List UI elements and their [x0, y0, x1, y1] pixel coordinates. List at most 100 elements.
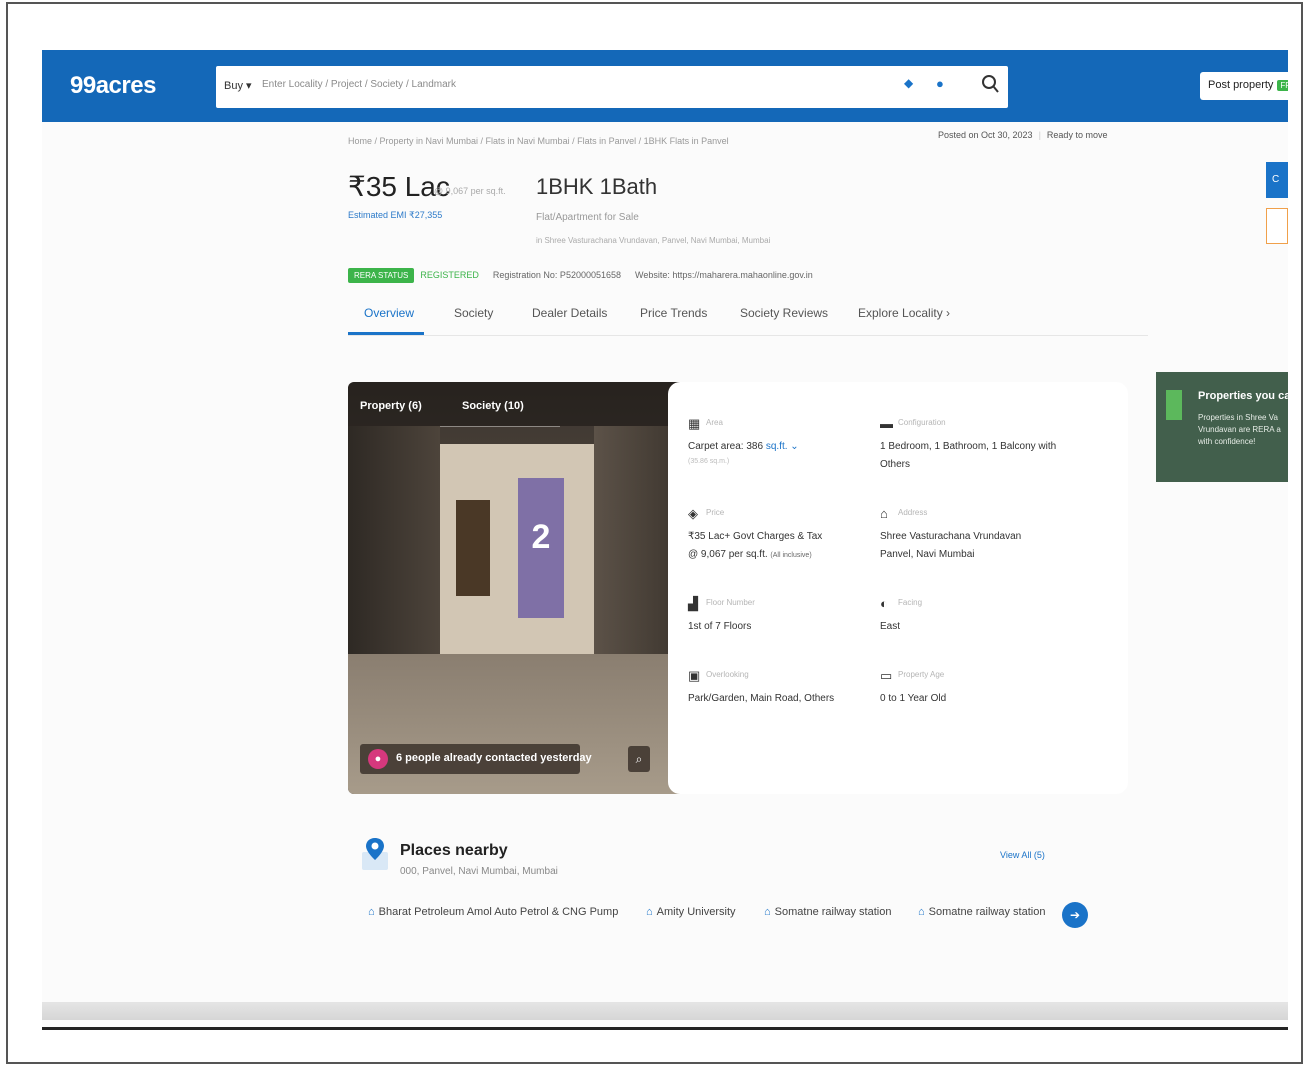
- place-icon: ⌂: [646, 906, 653, 918]
- nearby-chip[interactable]: ⌂ Somatne railway station: [918, 906, 1045, 918]
- detail-label: Area: [706, 418, 723, 427]
- active-tab-indicator: [348, 332, 424, 335]
- listing-configuration: 1BHK 1Bath: [536, 174, 658, 199]
- search-icon[interactable]: [981, 74, 1001, 96]
- detail-label: Facing: [898, 598, 923, 607]
- tab-dealer-details[interactable]: Dealer Details: [532, 306, 607, 320]
- rera-status-badge[interactable]: RERA STATUS: [348, 268, 415, 283]
- zoom-icon[interactable]: ⌕: [628, 746, 650, 772]
- price-per-sqft: @ 9,067 per sq.ft.: [434, 186, 506, 196]
- side-contact-tab[interactable]: C: [1266, 162, 1288, 198]
- detail-value: 0 to 1 Year Old: [880, 693, 947, 704]
- area-value: Carpet area: 386: [688, 441, 764, 452]
- calendar-icon: ▭: [880, 668, 893, 683]
- tab-overview[interactable]: Overview: [364, 306, 414, 320]
- post-property-button[interactable]: Post propertyFREE: [1200, 72, 1288, 100]
- detail-value: 1st of 7 Floors: [688, 621, 752, 632]
- nearby-chip[interactable]: ⌂ Amity University: [646, 906, 736, 918]
- map-pin-icon: [362, 838, 388, 870]
- detail-label: Price: [706, 508, 725, 517]
- nearby-chip[interactable]: ⌂ Somatne railway station: [764, 906, 891, 918]
- nearby-chip-label: Somatne railway station: [928, 906, 1046, 918]
- detail-label: Configuration: [898, 418, 946, 427]
- area-sqm: (35.86 sq.m.): [688, 458, 730, 465]
- tab-society[interactable]: Society: [454, 306, 493, 320]
- nearby-chip-label: Bharat Petroleum Amol Auto Petrol & CNG …: [378, 906, 619, 918]
- detail-value: Shree Vasturachana Vrundavan Panvel, Navi…: [880, 528, 1070, 564]
- posted-date: Posted on Oct 30, 2023: [938, 130, 1033, 140]
- floor-icon: ▟: [688, 596, 698, 611]
- price-per-value: @ 9,067 per sq.ft.: [688, 549, 768, 560]
- area-icon: ▦: [688, 416, 701, 431]
- rera-registered: REGISTERED: [420, 270, 479, 280]
- address-value: Shree Vasturachana Vrundavan: [880, 531, 1022, 542]
- contacted-yesterday-pill: ● 6 people already contacted yesterday: [360, 744, 592, 774]
- price-icon: ◈: [688, 506, 698, 521]
- tab-society-reviews[interactable]: Society Reviews: [740, 306, 828, 320]
- detail-value: Park/Garden, Main Road, Others: [688, 693, 835, 704]
- bed-icon: ▬: [880, 416, 893, 431]
- rera-card-title: Properties you can: [1198, 390, 1288, 402]
- property-details-panel: ▦ Area Carpet area: 386 sq.ft. ⌄ (35.86 …: [668, 382, 1128, 794]
- detail-value: ₹35 Lac+ Govt Charges & Tax @ 9,067 per s…: [688, 528, 878, 565]
- free-badge: FREE: [1277, 80, 1288, 91]
- contacted-text: 6 people already contacted yesterday: [396, 752, 592, 764]
- view-all-link[interactable]: View All (5): [1000, 850, 1045, 860]
- breadcrumb[interactable]: Home / Property in Navi Mumbai / Flats i…: [348, 136, 729, 146]
- listing-address: in Shree Vasturachana Vrundavan, Panvel,…: [536, 236, 771, 245]
- address-icon: ⌂: [880, 506, 888, 521]
- site-logo[interactable]: 99acres: [70, 72, 156, 100]
- buy-dropdown[interactable]: Buy ▾: [224, 79, 252, 92]
- mic-icon[interactable]: ●: [936, 76, 950, 94]
- search-input[interactable]: Enter Locality / Project / Society / Lan…: [262, 79, 456, 90]
- photo-banner: 2: [518, 478, 564, 618]
- possession-status: Ready to move: [1046, 130, 1108, 140]
- browser-page: 99acres Buy ▾ Enter Locality / Project /…: [42, 50, 1288, 1030]
- nearby-chip-label: Somatne railway station: [774, 906, 892, 918]
- place-icon: ⌂: [764, 906, 771, 918]
- all-inclusive-note: (All inclusive): [770, 552, 812, 559]
- detail-label: Floor Number: [706, 598, 755, 607]
- page-footer-strip: [42, 1002, 1288, 1020]
- location-icon[interactable]: ◆: [904, 76, 918, 94]
- rera-info-card[interactable]: Properties you can Properties in Shree V…: [1156, 372, 1288, 482]
- price-value: ₹35 Lac+ Govt Charges & Tax: [688, 531, 823, 542]
- detail-value: 1 Bedroom, 1 Bathroom, 1 Balcony with Ot…: [880, 441, 1057, 470]
- listing-subtitle: Flat/Apartment for Sale: [536, 212, 639, 223]
- fire-icon: ●: [368, 749, 388, 769]
- gallery-tab-society[interactable]: Society (10): [462, 400, 524, 412]
- emi-link[interactable]: Estimated EMI ₹27,355: [348, 210, 442, 221]
- search-bar[interactable]: Buy ▾ Enter Locality / Project / Society…: [216, 66, 1008, 108]
- detail-value: East: [880, 621, 901, 632]
- compass-icon: ◐: [880, 596, 888, 611]
- places-nearby-title: Places nearby: [400, 842, 508, 859]
- arrow-right-icon[interactable]: ➔: [1062, 902, 1088, 928]
- place-icon: ⌂: [918, 906, 925, 918]
- gallery-tab-divider: [440, 426, 560, 427]
- detail-value: Carpet area: 386 sq.ft. ⌄: [688, 438, 878, 456]
- top-navbar: 99acres Buy ▾ Enter Locality / Project /…: [42, 50, 1288, 122]
- posted-info: Posted on Oct 30, 2023 | Ready to move: [938, 130, 1108, 140]
- rera-website[interactable]: Website: https://maharera.mahaonline.gov…: [635, 270, 813, 280]
- photo-door: [456, 500, 490, 596]
- address-value-2: Panvel, Navi Mumbai: [880, 549, 975, 560]
- places-nearby-subtitle: 000, Panvel, Navi Mumbai, Mumbai: [400, 866, 558, 877]
- listing-tabs: Overview Society Dealer Details Price Tr…: [348, 296, 1148, 336]
- rera-reg-no: Registration No: P52000051658: [492, 270, 621, 280]
- rera-row: RERA STATUS REGISTERED Registration No: P5…: [348, 268, 827, 283]
- screenshot-frame: 99acres Buy ▾ Enter Locality / Project /…: [6, 2, 1303, 1064]
- property-gallery[interactable]: 2 Property (6) Society (10) ● 6 people a…: [348, 382, 690, 794]
- tab-explore-locality[interactable]: Explore Locality ›: [858, 306, 950, 320]
- unit-dropdown[interactable]: sq.ft. ⌄: [766, 441, 799, 452]
- nearby-chip-label: Amity University: [656, 906, 736, 918]
- side-shortlist-tab[interactable]: [1266, 208, 1288, 244]
- gallery-tabs: Property (6) Society (10): [348, 382, 690, 426]
- detail-label: Property Age: [898, 670, 945, 679]
- nearby-chip[interactable]: ⌂ Bharat Petroleum Amol Auto Petrol & CNG…: [368, 906, 618, 918]
- gallery-tab-property[interactable]: Property (6): [360, 400, 422, 412]
- overlooking-icon: ▣: [688, 668, 701, 683]
- tab-price-trends[interactable]: Price Trends: [640, 306, 707, 320]
- rera-card-desc: Properties in Shree Va Vrundavan are RER…: [1198, 413, 1281, 446]
- photo-wall-left: [348, 426, 440, 654]
- post-property-label: Post property: [1208, 79, 1274, 91]
